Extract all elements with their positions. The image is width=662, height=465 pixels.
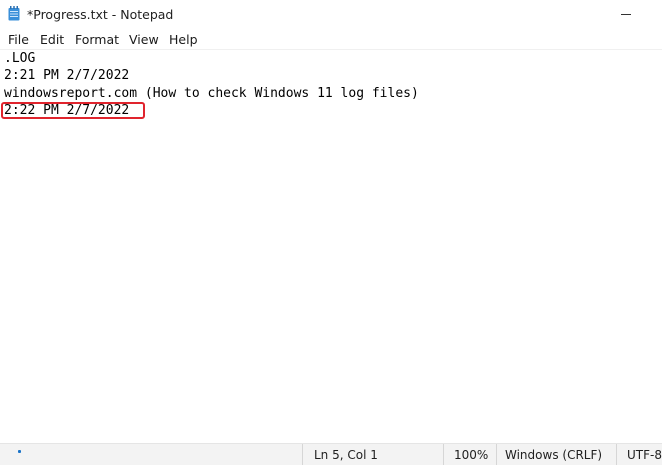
menu-format[interactable]: Format [75, 32, 119, 47]
editor-line-3: windowsreport.com (How to check Windows … [4, 86, 419, 101]
zoom-level: 100% [454, 448, 489, 462]
window-title: *Progress.txt - Notepad [27, 7, 174, 22]
menu-help[interactable]: Help [169, 32, 198, 47]
title-bar[interactable]: *Progress.txt - Notepad [0, 0, 662, 30]
menu-edit[interactable]: Edit [40, 32, 64, 47]
status-divider [616, 444, 617, 465]
status-divider [496, 444, 497, 465]
notepad-window: *Progress.txt - Notepad File Edit Format… [0, 0, 662, 465]
menu-view[interactable]: View [129, 32, 159, 47]
line-ending: Windows (CRLF) [505, 448, 603, 462]
minimize-button[interactable] [608, 0, 644, 30]
text-editor[interactable]: .LOG 2:21 PM 2/7/2022 windowsreport.com … [0, 49, 662, 444]
status-bar: Ln 5, Col 1 100% Windows (CRLF) UTF-8 [0, 443, 662, 465]
menu-file[interactable]: File [8, 32, 29, 47]
status-indicator-icon [18, 450, 21, 453]
menu-bar: File Edit Format View Help [0, 30, 662, 49]
notepad-icon [8, 6, 20, 21]
highlight-annotation-box [1, 102, 145, 119]
encoding: UTF-8 [627, 448, 662, 462]
status-divider [302, 444, 303, 465]
cursor-position: Ln 5, Col 1 [314, 448, 378, 462]
editor-line-2: 2:21 PM 2/7/2022 [4, 68, 130, 83]
status-divider [443, 444, 444, 465]
editor-line-1: .LOG [4, 51, 36, 66]
minimize-icon [621, 14, 631, 15]
